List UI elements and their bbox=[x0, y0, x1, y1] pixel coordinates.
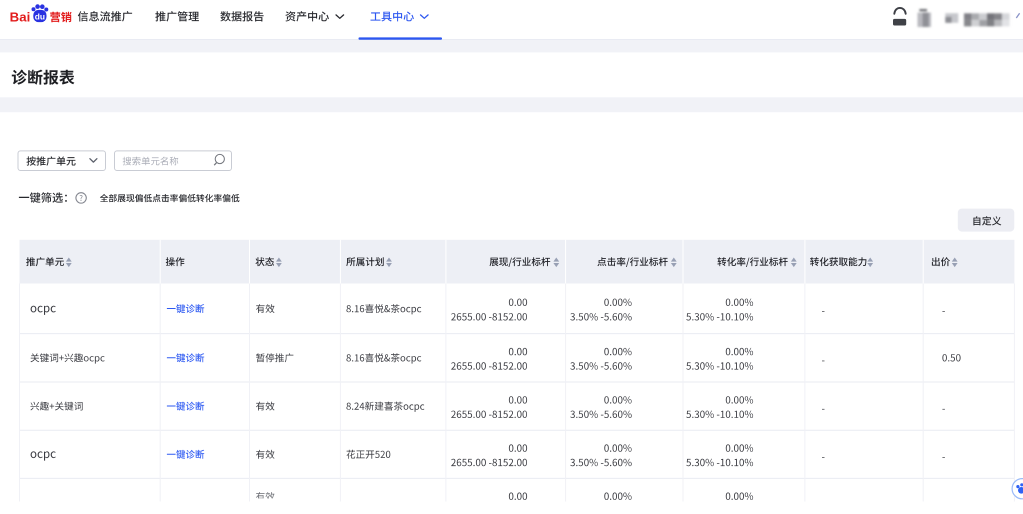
svg-text:du: du bbox=[35, 12, 45, 22]
svg-text:Bai: Bai bbox=[10, 9, 31, 24]
